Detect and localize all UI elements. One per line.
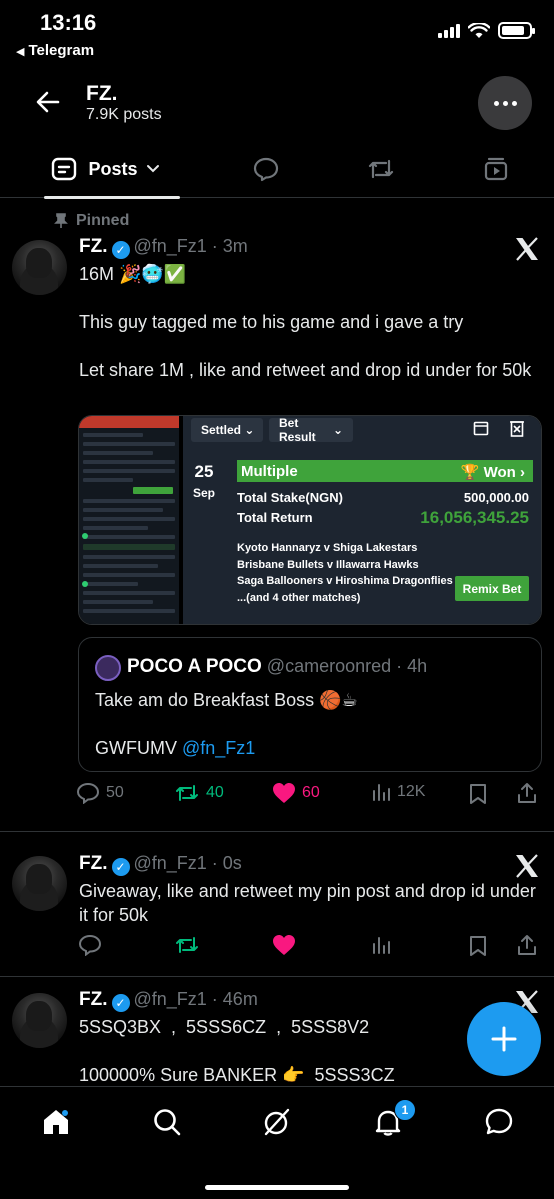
author-name[interactable]: FZ.: [79, 236, 108, 257]
search-icon[interactable]: [152, 1107, 182, 1137]
total-return-row: Total Return 16,056,345.25: [237, 508, 529, 527]
share-icon[interactable]: [516, 934, 538, 956]
pinned-label: Pinned: [76, 212, 130, 229]
trash-icon: [510, 421, 524, 437]
tab-posts-label: Posts: [88, 158, 138, 179]
share-icon[interactable]: [516, 782, 538, 804]
reply-icon: [76, 782, 100, 804]
profile-tabs: Posts: [0, 140, 554, 199]
home-icon[interactable]: [41, 1107, 71, 1137]
quote-header: POCO A POCO @cameroonred · 4h: [127, 656, 428, 677]
tab-replies[interactable]: [250, 140, 282, 198]
chevron-down-icon: [146, 165, 159, 173]
back-to-app-link[interactable]: ◀ Telegram: [16, 42, 94, 59]
bottom-navigation: 1: [0, 1086, 554, 1199]
tab-reposts[interactable]: [365, 140, 397, 198]
media-icon: [484, 157, 508, 181]
post-media[interactable]: Settled ⌄ Bet Result ⌄ 25 Sep Multiple 🏆 W…: [78, 415, 542, 625]
bet-result-dropdown: Bet Result ⌄: [269, 416, 353, 444]
ticket-screenshot-image[interactable]: [79, 416, 179, 624]
won-banner: Multiple 🏆 Won ›: [237, 460, 533, 482]
post-actions: 50 40 60 12K: [76, 782, 540, 808]
total-stake-row: Total Stake(NGN) 500,000.00: [237, 490, 529, 505]
verified-badge-icon: ✓: [111, 858, 130, 876]
pin-icon: [54, 213, 68, 228]
posts-tab-icon: [52, 157, 77, 181]
tab-posts[interactable]: Posts: [30, 140, 180, 199]
messages-icon[interactable]: [484, 1107, 514, 1137]
bet-result-image[interactable]: Settled ⌄ Bet Result ⌄ 25 Sep Multiple 🏆 W…: [183, 416, 541, 624]
like-button[interactable]: 60: [272, 782, 320, 804]
post-header: FZ. ✓ @fn_Fz1 · 0s: [79, 853, 242, 876]
pinned-indicator: Pinned: [54, 212, 129, 230]
grok-icon[interactable]: [262, 1107, 292, 1137]
author-handle[interactable]: @fn_Fz1 · 0s: [134, 853, 242, 873]
heart-icon: [273, 783, 295, 803]
author-name[interactable]: FZ.: [79, 989, 108, 1010]
post-header: FZ. ✓ @fn_Fz1 · 3m: [79, 236, 248, 259]
reply-button[interactable]: 50: [76, 782, 124, 804]
reply-icon[interactable]: [78, 934, 102, 956]
repost-button[interactable]: 40: [174, 782, 224, 804]
plus-icon: [491, 1026, 517, 1052]
views-chart-icon[interactable]: [371, 935, 391, 955]
bet-date: 25 Sep: [193, 462, 216, 500]
tab-media[interactable]: [480, 140, 512, 198]
views-chart-icon: [373, 784, 390, 801]
x-logo-icon: [516, 854, 538, 878]
quote-text: Take am do Breakfast Boss 🏀☕ GWFUMV @fn_…: [95, 690, 358, 758]
author-handle[interactable]: @fn_Fz1 · 3m: [134, 236, 248, 256]
repost-icon: [368, 159, 394, 179]
remix-bet-button: Remix Bet: [455, 576, 529, 601]
post-header: FZ. ✓ @fn_Fz1 · 46m: [79, 989, 258, 1012]
back-app-label: Telegram: [28, 42, 95, 59]
status-icons: [438, 22, 535, 39]
calendar-icon: [473, 421, 489, 436]
post-text: 16M 🎉🥶✅ This guy tagged me to his game a…: [79, 264, 532, 380]
more-options-button[interactable]: [478, 76, 532, 130]
posts-count: 7.9K posts: [86, 106, 162, 123]
repost-icon[interactable]: [174, 934, 200, 956]
avatar[interactable]: [12, 993, 67, 1048]
x-logo-icon: [516, 237, 538, 261]
notification-badge: 1: [394, 1099, 416, 1121]
avatar[interactable]: [12, 240, 67, 295]
views-button[interactable]: 12K: [371, 782, 425, 802]
profile-name: FZ.: [86, 82, 118, 105]
match-list: Kyoto Hannaryz v Shiga Lakestars Brisban…: [237, 542, 453, 604]
clock: 13:16: [40, 10, 97, 35]
reply-bubble-icon: [253, 157, 279, 182]
bookmark-icon[interactable]: [469, 935, 487, 957]
compose-button[interactable]: [467, 1002, 541, 1076]
quoted-post[interactable]: POCO A POCO @cameroonred · 4h Take am do…: [78, 637, 542, 772]
quote-avatar: [95, 655, 121, 681]
back-triangle-icon: ◀: [16, 46, 25, 58]
verified-badge-icon: ✓: [111, 994, 130, 1012]
bookmark-icon[interactable]: [469, 783, 487, 805]
mention-link[interactable]: @fn_Fz1: [182, 738, 255, 758]
status-bar: 13:16 ◀ Telegram: [0, 0, 554, 70]
signal-icon: [438, 23, 460, 38]
settled-dropdown: Settled ⌄: [191, 418, 263, 442]
post-text: Giveaway, like and retweet my pin post a…: [79, 881, 541, 925]
author-name[interactable]: FZ.: [79, 853, 108, 874]
home-indicator: [205, 1185, 349, 1190]
profile-header: FZ. 7.9K posts: [0, 70, 554, 140]
heart-icon[interactable]: [272, 934, 296, 956]
verified-badge-icon: ✓: [111, 241, 130, 259]
repost-icon: [176, 785, 198, 801]
wifi-icon: [468, 22, 490, 38]
post-actions: [76, 934, 540, 960]
author-handle[interactable]: @fn_Fz1 · 46m: [134, 989, 258, 1009]
avatar[interactable]: [12, 856, 67, 911]
battery-icon: [498, 22, 535, 39]
back-arrow-icon[interactable]: [34, 88, 62, 116]
